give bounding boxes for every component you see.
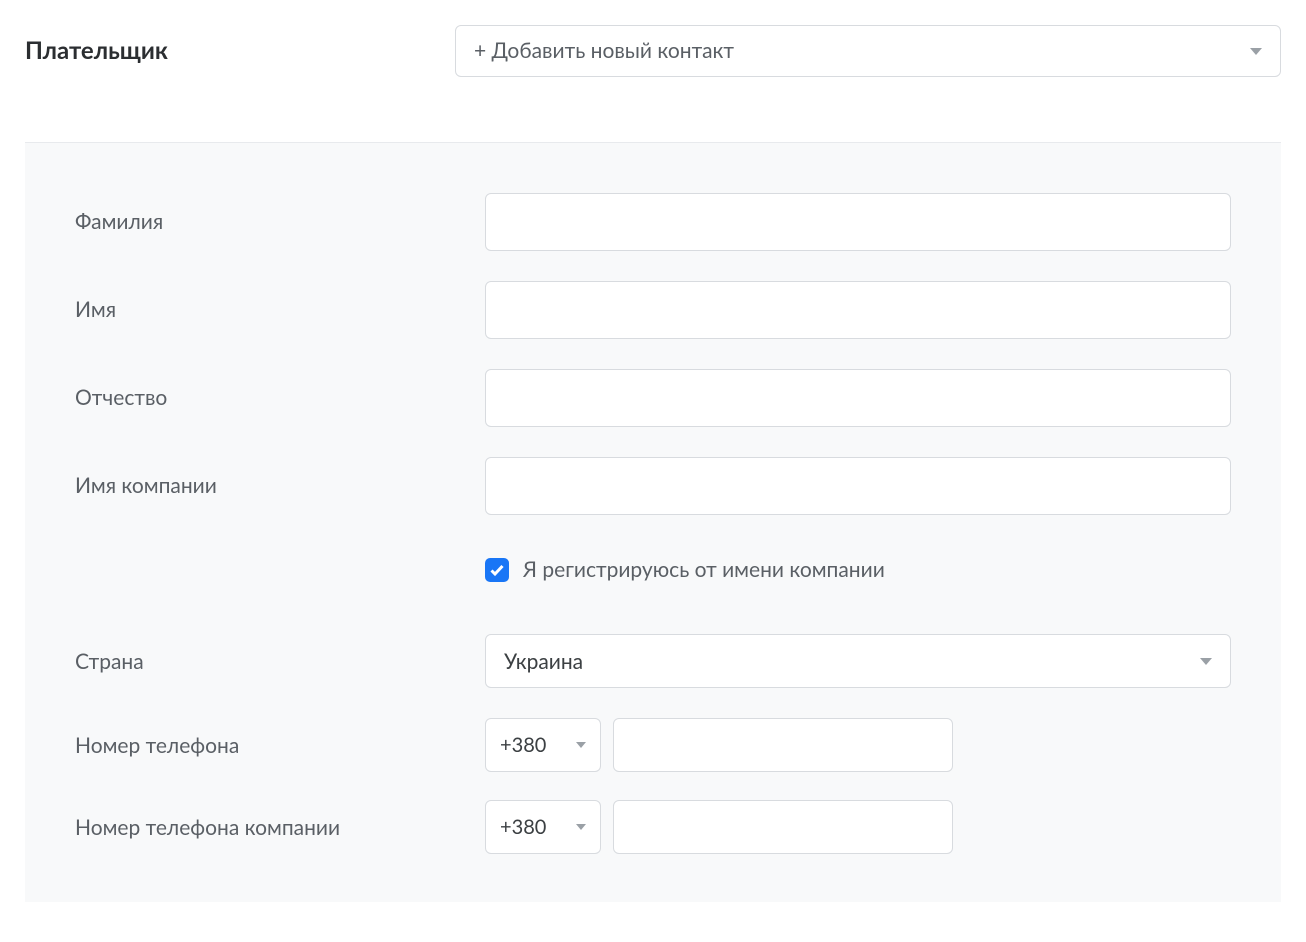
label-patronymic: Отчество — [75, 383, 465, 412]
checkbox-register-as-company[interactable] — [485, 558, 509, 582]
payer-title: Плательщик — [25, 34, 435, 68]
label-country: Страна — [75, 647, 465, 676]
label-last-name: Фамилия — [75, 207, 465, 236]
label-company-phone: Номер телефона компании — [75, 813, 465, 842]
row-patronymic: Отчество — [75, 369, 1231, 427]
chevron-down-icon — [1200, 658, 1212, 665]
label-company-checkbox[interactable]: Я регистрируюсь от имени компании — [523, 555, 885, 584]
input-company-phone-number[interactable] — [613, 800, 953, 854]
row-first-name: Имя — [75, 281, 1231, 339]
row-last-name: Фамилия — [75, 193, 1231, 251]
row-country: Страна Украина — [75, 634, 1231, 688]
input-company-name[interactable] — [485, 457, 1231, 515]
input-patronymic[interactable] — [485, 369, 1231, 427]
input-phone-number[interactable] — [613, 718, 953, 772]
select-phone-code-value: +380 — [500, 731, 546, 759]
row-company-phone: Номер телефона компании +380 — [75, 800, 1231, 854]
contact-dropdown[interactable]: + Добавить новый контакт — [455, 25, 1281, 77]
label-phone: Номер телефона — [75, 731, 465, 760]
row-company-checkbox: Я регистрируюсь от имени компании — [75, 555, 1231, 584]
chevron-down-icon — [576, 742, 586, 748]
select-country[interactable]: Украина — [485, 634, 1231, 688]
row-phone: Номер телефона +380 — [75, 718, 1231, 772]
select-company-phone-code-value: +380 — [500, 813, 546, 841]
chevron-down-icon — [1250, 48, 1262, 55]
chevron-down-icon — [576, 824, 586, 830]
payer-form-panel: Фамилия Имя Отчество Имя компании — [25, 142, 1281, 902]
check-icon — [489, 562, 505, 578]
payer-header-row: Плательщик + Добавить новый контакт — [25, 0, 1281, 142]
input-last-name[interactable] — [485, 193, 1231, 251]
row-company-name: Имя компании — [75, 457, 1231, 515]
label-company-name: Имя компании — [75, 471, 465, 500]
select-company-phone-code[interactable]: +380 — [485, 800, 601, 854]
select-country-value: Украина — [504, 647, 583, 676]
contact-dropdown-selected: + Добавить новый контакт — [474, 36, 734, 65]
input-first-name[interactable] — [485, 281, 1231, 339]
select-phone-code[interactable]: +380 — [485, 718, 601, 772]
label-first-name: Имя — [75, 295, 465, 324]
